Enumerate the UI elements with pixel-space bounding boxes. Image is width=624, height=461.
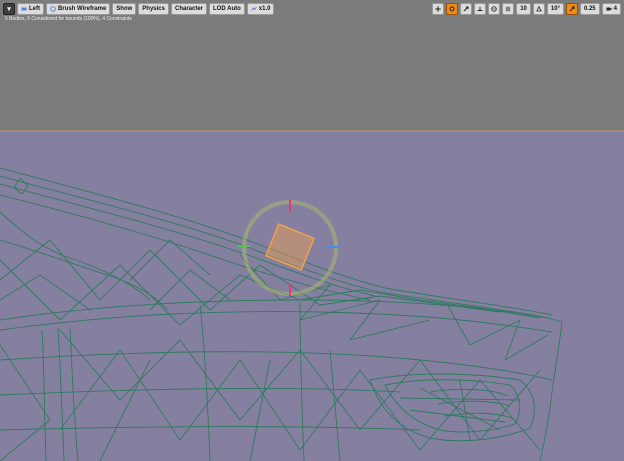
scale-snap-button[interactable]: 0.25 (579, 3, 600, 15)
scale-snap-toggle[interactable] (565, 3, 578, 15)
viewport-canvas[interactable] (0, 0, 624, 461)
camera-icon (606, 7, 612, 11)
lod-button[interactable]: LOD Auto (209, 3, 245, 15)
physics-label: Physics (142, 6, 165, 12)
viewport-toolbar-right: 10 10° 0.25 4 (432, 3, 621, 15)
view-mode-button[interactable]: Left (17, 3, 44, 15)
world-local-icon (491, 6, 497, 12)
lod-label: LOD Auto (213, 6, 241, 12)
camera-speed-value: 4 (613, 6, 617, 12)
translate-icon (435, 6, 441, 12)
world-local-button[interactable] (488, 3, 501, 15)
rotation-snap-button[interactable]: 10° (546, 3, 564, 15)
playback-speed-label: x1.0 (258, 6, 271, 12)
grid-size-value: 10 (520, 6, 527, 12)
playback-speed-button[interactable]: x1.0 (246, 3, 275, 15)
view-mode-icon (21, 7, 27, 11)
rotate-mode-button[interactable] (446, 3, 459, 15)
ground-plane (0, 131, 624, 461)
wireframe-icon (50, 6, 56, 12)
character-button[interactable]: Character (170, 3, 207, 15)
grid-snap-icon (505, 6, 511, 12)
brush-wireframe-label: Brush Wireframe (58, 6, 107, 12)
show-button[interactable]: Show (112, 3, 137, 15)
rotate-icon (449, 6, 455, 12)
rotation-snap-toggle[interactable] (532, 3, 545, 15)
grid-size-button[interactable]: 10 (516, 3, 531, 15)
rotation-snap-value: 10° (550, 6, 560, 12)
chevron-down-icon: ▾ (7, 5, 11, 13)
physics-stats-text: 5 Bodies, 5 Considered for bounds (100%)… (5, 16, 132, 22)
brush-wireframe-button[interactable]: Brush Wireframe (46, 3, 111, 15)
translate-mode-button[interactable] (432, 3, 445, 15)
scale-icon (463, 6, 469, 12)
scale-snap-value: 0.25 (583, 6, 596, 12)
surface-snap-button[interactable] (474, 3, 487, 15)
viewport-options-button[interactable]: ▾ (3, 3, 15, 15)
angle-icon (536, 6, 542, 12)
physics-button[interactable]: Physics (138, 3, 169, 15)
view-mode-label: Left (29, 6, 40, 12)
scale-snap-icon (569, 6, 575, 12)
show-label: Show (116, 6, 133, 12)
scale-mode-button[interactable] (460, 3, 473, 15)
viewport-toolbar-left: ▾ Left Brush Wireframe Show Physics Char… (3, 3, 275, 15)
surface-snap-icon (477, 7, 483, 11)
grid-snap-button[interactable] (502, 3, 515, 15)
camera-speed-button[interactable]: 4 (601, 3, 621, 15)
character-label: Character (174, 6, 203, 12)
playback-speed-icon (250, 6, 257, 11)
